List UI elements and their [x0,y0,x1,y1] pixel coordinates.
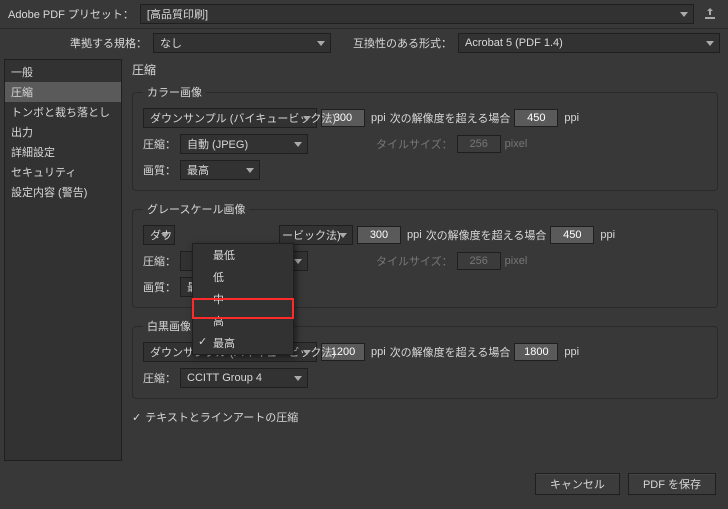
color-quality-value: 最高 [187,162,209,178]
mono-compress-select[interactable]: CCITT Group 4 [180,368,308,388]
text-lineart-compress[interactable]: ✓ テキストとラインアートの圧縮 [132,409,718,425]
color-tilesize-input [457,135,501,153]
color-compress-select[interactable]: 自動 (JPEG) [180,134,308,154]
ppi-label: ppi [407,229,422,241]
quality-option-medium[interactable]: 中 [193,288,293,310]
ppi-label: ppi [371,112,386,124]
gray-compress-label: 圧縮： [143,253,176,269]
compat-select-value: Acrobat 5 (PDF 1.4) [465,37,563,49]
legend-gray: グレースケール画像 [143,201,249,217]
quality-option-low[interactable]: 低 [193,266,293,288]
sidebar-item-general[interactable]: 一般 [5,62,121,82]
quality-option-lowest[interactable]: 最低 [193,244,293,266]
standard-select[interactable]: なし [153,33,331,53]
gray-ppi1-input[interactable] [357,226,401,244]
ppi-label: ppi [371,346,386,358]
gray-quality-label: 画質： [143,279,176,295]
header-preset-row: Adobe PDF プリセット： [高品質印刷] [0,0,728,29]
color-downsample-value: ダウンサンプル (バイキュービック法) [150,110,336,126]
sidebar: 一般 圧縮 トンボと裁ち落とし 出力 詳細設定 セキュリティ 設定内容 (警告) [4,59,122,461]
standard-select-value: なし [160,35,182,51]
color-over-label: 次の解像度を超える場合 [390,110,511,126]
quality-dropdown[interactable]: 最低 低 中 高 最高 [192,243,294,355]
compat-label: 互換性のある形式： [353,35,452,51]
mono-over-label: 次の解像度を超える場合 [390,344,511,360]
check-icon: ✓ [132,411,141,424]
legend-color: カラー画像 [143,84,206,100]
sidebar-item-marks[interactable]: トンボと裁ち落とし [5,102,121,122]
header-compat-row: 準拠する規格： なし 互換性のある形式： Acrobat 5 (PDF 1.4) [0,29,728,57]
pixel-label: pixel [505,255,528,267]
sidebar-item-security[interactable]: セキュリティ [5,162,121,182]
sidebar-item-compression[interactable]: 圧縮 [5,82,121,102]
color-tilesize-label: タイルサイズ： [376,136,453,152]
quality-option-high[interactable]: 高 [193,310,293,332]
preset-label: Adobe PDF プリセット： [8,6,134,22]
ppi-label: ppi [564,112,579,124]
quality-option-highest[interactable]: 最高 [193,332,293,354]
save-button[interactable]: PDF を保存 [628,473,716,495]
sidebar-item-output[interactable]: 出力 [5,122,121,142]
pixel-label: pixel [505,138,528,150]
mono-compress-value: CCITT Group 4 [187,372,262,384]
gray-over-label: 次の解像度を超える場合 [426,227,547,243]
color-downsample-select[interactable]: ダウンサンプル (バイキュービック法) [143,108,317,128]
ppi-label: ppi [600,229,615,241]
page-title: 圧縮 [132,61,718,78]
mono-compress-label: 圧縮： [143,370,176,386]
text-lineart-label: テキストとラインアートの圧縮 [145,409,298,425]
legend-mono: 白黒画像 [143,318,195,334]
gray-tilesize-label: タイルサイズ： [376,253,453,269]
gray-downsample-select-left[interactable]: ダウ [143,225,175,245]
color-compress-label: 圧縮： [143,136,176,152]
gray-downsample-select-right[interactable]: ービック法) [279,225,353,245]
export-icon[interactable] [700,4,720,24]
color-quality-label: 画質： [143,162,176,178]
footer: キャンセル PDF を保存 [0,463,728,509]
gray-ppi2-input[interactable] [550,226,594,244]
preset-select-value: [高品質印刷] [147,6,208,22]
main-panel: 圧縮 カラー画像 ダウンサンプル (バイキュービック法) ppi 次の解像度を超… [122,57,728,463]
color-compress-value: 自動 (JPEG) [187,136,248,152]
fieldset-color: カラー画像 ダウンサンプル (バイキュービック法) ppi 次の解像度を超える場… [132,84,718,191]
mono-ppi2-input[interactable] [514,343,558,361]
cancel-button[interactable]: キャンセル [535,473,620,495]
ppi-label: ppi [564,346,579,358]
preset-select[interactable]: [高品質印刷] [140,4,694,24]
sidebar-item-advanced[interactable]: 詳細設定 [5,142,121,162]
color-ppi2-input[interactable] [514,109,558,127]
sidebar-item-summary[interactable]: 設定内容 (警告) [5,182,121,202]
standard-label: 準拠する規格： [70,35,147,51]
gray-tilesize-input [457,252,501,270]
color-quality-select[interactable]: 最高 [180,160,260,180]
compat-select[interactable]: Acrobat 5 (PDF 1.4) [458,33,720,53]
